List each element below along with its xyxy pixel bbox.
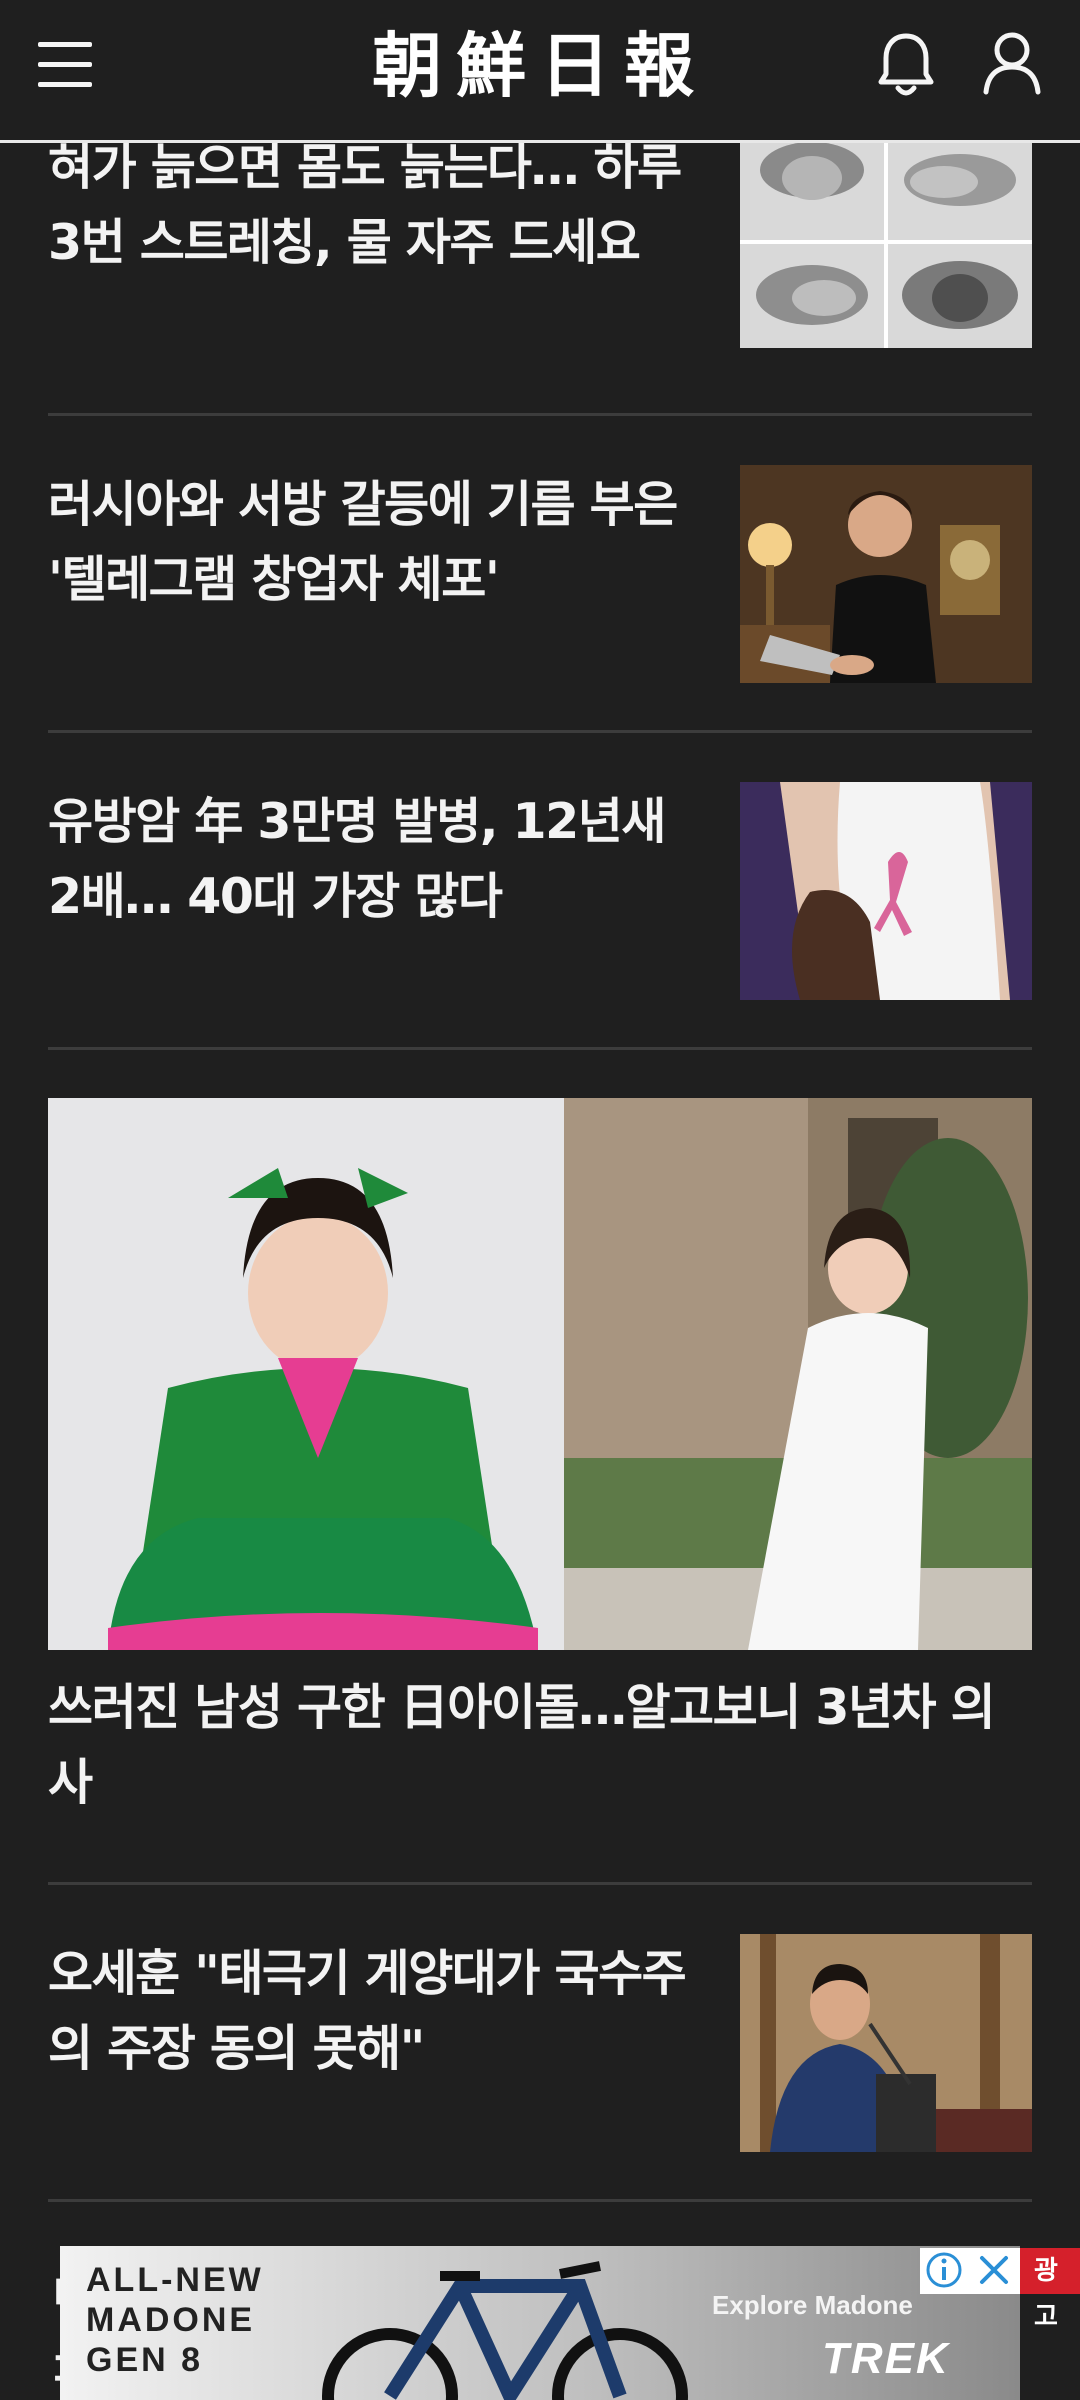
close-icon[interactable] xyxy=(974,2250,1014,2290)
divider xyxy=(48,1047,1032,1050)
ad-headline: ALL-NEW MADONE GEN 8 xyxy=(86,2261,264,2379)
divider xyxy=(48,1882,1032,1885)
info-icon[interactable] xyxy=(924,2250,964,2290)
article-title[interactable]: 러시아와 서방 갈등에 기름 부은 '텔레그램 창업자 체포' xyxy=(48,467,688,617)
bell-icon[interactable] xyxy=(876,30,936,102)
featured-title[interactable]: 쓰러진 남성 구한 日아이돌…알고보니 3년차 의사 xyxy=(48,1670,1032,1820)
article-item[interactable]: 오세훈 "태극기 게양대가 국수주의 주장 동의 못해" xyxy=(48,1934,1032,2154)
article-title[interactable]: 오세훈 "태극기 게양대가 국수주의 주장 동의 못해" xyxy=(48,1936,688,2086)
article-thumbnail[interactable] xyxy=(740,465,1032,683)
user-icon[interactable] xyxy=(982,30,1042,96)
ad-label-badge: 광고 xyxy=(1020,2248,1080,2332)
divider xyxy=(48,2199,1032,2202)
site-logo[interactable]: 朝鮮日報 xyxy=(340,22,740,110)
featured-image[interactable] xyxy=(48,1098,1032,1650)
divider xyxy=(48,730,1032,733)
article-title[interactable]: 유방암 年 3만명 발병, 12년새 2배… 40대 가장 많다 xyxy=(48,784,688,934)
article-item[interactable]: 유방암 年 3만명 발병, 12년새 2배… 40대 가장 많다 xyxy=(48,782,1032,1002)
ad-brand-logo: TREK xyxy=(822,2334,950,2383)
article-thumbnail[interactable] xyxy=(740,130,1032,348)
divider xyxy=(48,413,1032,416)
article-item[interactable]: 러시아와 서방 갈등에 기름 부은 '텔레그램 창업자 체포' xyxy=(48,465,1032,685)
article-thumbnail[interactable] xyxy=(740,782,1032,1000)
news-app: 朝鮮日報 혀가 늙으면 몸도 늙는다… 하루 3번 스트레칭, 물 자주 드세요 xyxy=(0,0,1080,2400)
top-header: 朝鮮日報 xyxy=(0,0,1080,143)
article-item[interactable]: 혀가 늙으면 몸도 늙는다… 하루 3번 스트레칭, 물 자주 드세요 xyxy=(48,130,1032,415)
ad-banner[interactable]: ALL-NEW MADONE GEN 8 Explore Madone TREK xyxy=(60,2246,1020,2400)
article-thumbnail[interactable] xyxy=(740,1934,1032,2152)
article-title[interactable]: 혀가 늙으면 몸도 늙는다… 하루 3번 스트레칭, 물 자주 드세요 xyxy=(48,130,688,280)
menu-icon[interactable] xyxy=(38,38,94,92)
ad-controls xyxy=(920,2248,1020,2294)
ad-cta[interactable]: Explore Madone xyxy=(712,2290,913,2321)
